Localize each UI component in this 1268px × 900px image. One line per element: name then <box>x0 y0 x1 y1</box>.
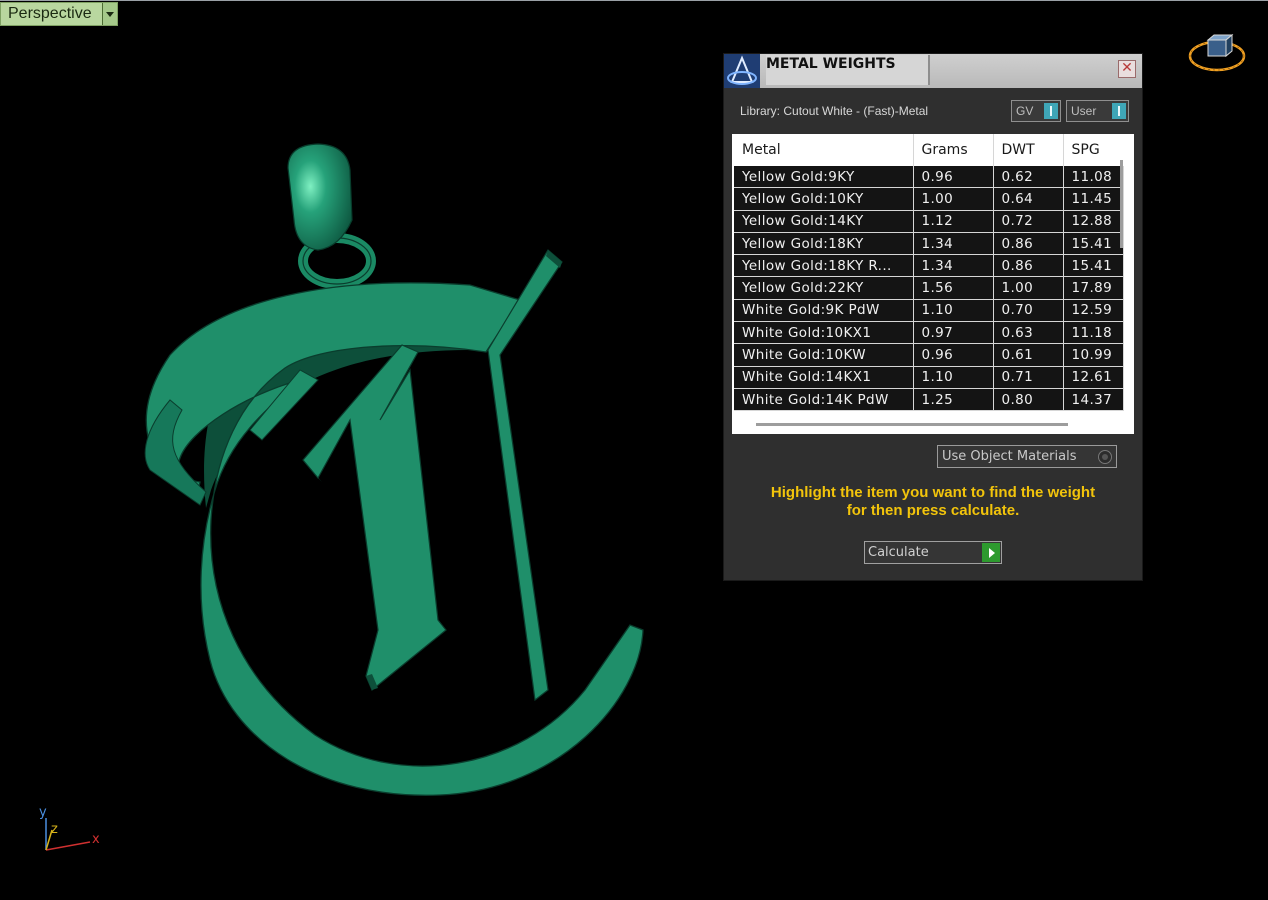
axis-z-label: z <box>51 822 58 837</box>
table-row[interactable]: Yellow Gold:18KY R... 1.34 0.86 15.41 <box>734 254 1124 278</box>
instruction-line-2: for then press calculate. <box>846 502 1020 519</box>
cell-metal[interactable]: White Gold:14KX1 <box>734 366 914 389</box>
use-object-materials-label: Use Object Materials <box>942 449 1077 464</box>
cell-metal[interactable]: White Gold:10KW <box>734 343 914 367</box>
play-arrow-icon[interactable] <box>982 543 1000 562</box>
cell-grams[interactable]: 1.12 <box>913 210 994 233</box>
cell-grams[interactable]: 1.10 <box>913 366 994 389</box>
cell-dwt[interactable]: 0.86 <box>993 232 1064 256</box>
cell-dwt[interactable]: 0.61 <box>993 343 1064 367</box>
table-row[interactable]: Yellow Gold:14KY 1.12 0.72 12.88 <box>734 210 1124 233</box>
metal-weights-panel: METAL WEIGHTS ✕ Library: Cutout White - … <box>724 54 1142 580</box>
horizontal-scrollbar[interactable] <box>756 423 1068 426</box>
radio-circle-icon[interactable] <box>1098 449 1112 464</box>
cell-grams[interactable]: 1.10 <box>913 299 994 323</box>
instruction-line-1: Highlight the item you want to find the … <box>770 484 1096 501</box>
user-toggle-icon[interactable] <box>1112 103 1126 119</box>
calculate-label: Calculate <box>868 545 929 560</box>
table-row[interactable]: White Gold:14KX1 1.10 0.71 12.61 <box>734 366 1124 389</box>
calculate-button[interactable]: Calculate <box>864 541 1002 564</box>
cell-metal[interactable]: White Gold:9K PdW <box>734 299 914 323</box>
cell-spg[interactable]: 12.88 <box>1063 210 1124 233</box>
cell-grams[interactable]: 0.96 <box>913 343 994 367</box>
cell-dwt[interactable]: 0.64 <box>993 187 1064 211</box>
vertical-scrollbar[interactable] <box>1120 160 1123 248</box>
matrix-logo-icon <box>724 54 760 88</box>
cell-spg[interactable]: 15.41 <box>1063 254 1124 278</box>
cell-dwt[interactable]: 0.62 <box>993 166 1064 189</box>
column-header-spg[interactable]: SPG <box>1063 134 1123 166</box>
cell-spg[interactable]: 14.37 <box>1063 388 1124 412</box>
cell-spg[interactable]: 15.41 <box>1063 232 1124 256</box>
column-header-dwt[interactable]: DWT <box>993 134 1064 166</box>
cell-metal[interactable]: Yellow Gold:10KY <box>734 187 914 211</box>
cell-metal[interactable]: Yellow Gold:9KY <box>734 166 914 189</box>
cell-spg[interactable]: 11.08 <box>1063 166 1124 189</box>
cell-metal[interactable]: White Gold:14K PdW <box>734 388 914 412</box>
table-row[interactable]: Yellow Gold:22KY 1.56 1.00 17.89 <box>734 276 1124 300</box>
table-row[interactable]: White Gold:10KX1 0.97 0.63 11.18 <box>734 321 1124 345</box>
cell-grams[interactable]: 1.56 <box>913 276 994 300</box>
pendant-model <box>144 143 644 796</box>
panel-title: METAL WEIGHTS <box>766 55 930 85</box>
axis-y-label: y <box>39 805 47 820</box>
cell-metal[interactable]: Yellow Gold:18KY R... <box>734 254 914 278</box>
cell-dwt[interactable]: 1.00 <box>993 276 1064 300</box>
table-row[interactable]: White Gold:10KW 0.96 0.61 10.99 <box>734 343 1124 367</box>
cell-spg[interactable]: 11.18 <box>1063 321 1124 345</box>
panel-titlebar[interactable]: METAL WEIGHTS ✕ <box>724 54 1142 88</box>
instruction-text: Highlight the item you want to find the … <box>724 484 1142 520</box>
table-row[interactable]: Yellow Gold:9KY 0.96 0.62 11.08 <box>734 166 1124 189</box>
cell-dwt[interactable]: 0.71 <box>993 366 1064 389</box>
bail <box>287 143 353 251</box>
table-header-row: Metal Grams DWT SPG <box>734 134 1123 166</box>
cell-dwt[interactable]: 0.63 <box>993 321 1064 345</box>
cell-metal[interactable]: Yellow Gold:18KY <box>734 232 914 256</box>
metal-table: Metal Grams DWT SPG Yellow Gold:9KY 0.96 0… <box>732 134 1134 434</box>
use-object-materials-toggle[interactable]: Use Object Materials <box>937 445 1117 468</box>
table-row[interactable]: White Gold:9K PdW 1.10 0.70 12.59 <box>734 299 1124 323</box>
view-cube-icon[interactable] <box>1186 30 1248 78</box>
gv-dropdown[interactable]: GV <box>1011 100 1061 122</box>
cell-spg[interactable]: 10.99 <box>1063 343 1124 367</box>
table-row[interactable]: Yellow Gold:10KY 1.00 0.64 11.45 <box>734 187 1124 211</box>
user-dropdown[interactable]: User <box>1066 100 1129 122</box>
cell-grams[interactable]: 1.34 <box>913 254 994 278</box>
cell-dwt[interactable]: 0.70 <box>993 299 1064 323</box>
close-button[interactable]: ✕ <box>1118 60 1136 78</box>
cell-grams[interactable]: 1.00 <box>913 187 994 211</box>
cell-metal[interactable]: Yellow Gold:22KY <box>734 276 914 300</box>
gv-toggle-icon[interactable] <box>1044 103 1058 119</box>
cell-spg[interactable]: 17.89 <box>1063 276 1124 300</box>
gv-label: GV <box>1016 104 1034 118</box>
cell-grams[interactable]: 0.96 <box>913 166 994 189</box>
cell-dwt[interactable]: 0.86 <box>993 254 1064 278</box>
table-row[interactable]: White Gold:14K PdW 1.25 0.80 14.37 <box>734 388 1124 412</box>
cell-dwt[interactable]: 0.72 <box>993 210 1064 233</box>
column-header-metal[interactable]: Metal <box>734 134 914 166</box>
cell-grams[interactable]: 1.25 <box>913 388 994 412</box>
cell-spg[interactable]: 11.45 <box>1063 187 1124 211</box>
cell-metal[interactable]: White Gold:10KX1 <box>734 321 914 345</box>
column-header-grams[interactable]: Grams <box>913 134 994 166</box>
cell-dwt[interactable]: 0.80 <box>993 388 1064 412</box>
cell-metal[interactable]: Yellow Gold:14KY <box>734 210 914 233</box>
table-row[interactable]: Yellow Gold:18KY 1.34 0.86 15.41 <box>734 232 1124 256</box>
cell-spg[interactable]: 12.59 <box>1063 299 1124 323</box>
user-label: User <box>1071 104 1097 118</box>
cell-spg[interactable]: 12.61 <box>1063 366 1124 389</box>
axis-x-label: x <box>92 832 100 847</box>
cell-grams[interactable]: 0.97 <box>913 321 994 345</box>
library-label: Library: Cutout White - (Fast)-Metal <box>740 104 929 118</box>
cell-grams[interactable]: 1.34 <box>913 232 994 256</box>
